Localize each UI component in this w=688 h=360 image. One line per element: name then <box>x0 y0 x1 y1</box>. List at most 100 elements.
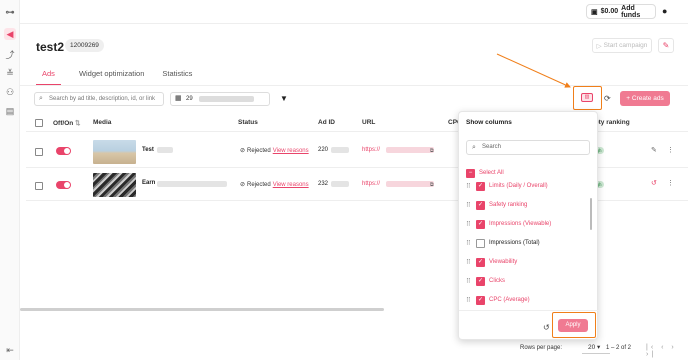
ad-thumbnail <box>93 173 136 197</box>
blur <box>331 181 349 187</box>
ad-title: Test <box>142 147 154 153</box>
wallet-icon: ▣ <box>591 8 598 16</box>
tab-bar: Ads Widget optimization Statistics <box>36 69 192 86</box>
page-title: test2 <box>36 40 65 54</box>
layers-icon[interactable]: ≚ <box>4 67 16 79</box>
more-icon[interactable]: ⋮ <box>667 146 674 154</box>
date-range-picker[interactable]: ▦ 29 <box>170 92 270 106</box>
option-checkbox[interactable]: ✓ <box>476 181 485 191</box>
panel-scrollbar[interactable] <box>590 198 592 230</box>
balance-widget[interactable]: ▣ $0.00 Add funds <box>586 4 656 19</box>
status-cell: ⊘ Rejected View reasons <box>240 147 309 155</box>
play-icon: ▷ <box>596 42 602 50</box>
audience-icon[interactable]: ⚇ <box>4 86 16 98</box>
ads-search-input[interactable]: ⌕ Search by ad title, description, id, or… <box>34 92 164 106</box>
columns-button[interactable]: ▥ <box>573 86 602 110</box>
view-reasons-link[interactable]: View reasons <box>273 182 309 188</box>
col-media: Media <box>93 119 112 126</box>
select-all-option[interactable]: − Select All <box>466 167 504 179</box>
drag-handle-icon: ⠿ <box>466 240 471 247</box>
ad-id: 232 <box>318 181 329 187</box>
rows-per-page-label: Rows per page: <box>520 345 563 351</box>
row-checkbox[interactable] <box>35 182 43 190</box>
apply-button[interactable]: Apply <box>558 319 588 332</box>
option-checkbox[interactable]: ✓ <box>476 276 485 286</box>
user-icon[interactable]: ● <box>662 6 667 16</box>
campaign-id-badge: 12009269 <box>65 39 104 52</box>
option-checkbox[interactable] <box>476 238 485 248</box>
sidebar: ⊶ ◀ ⤴ ≚ ⚇ ▤ ⇤ <box>0 0 20 360</box>
tab-ads[interactable]: Ads <box>36 69 61 86</box>
columns-icon: ▥ <box>581 93 593 102</box>
rejected-icon: ⊘ <box>240 182 246 188</box>
drag-handle-icon: ⠿ <box>466 183 471 190</box>
apply-highlight: Apply <box>552 312 596 338</box>
panel-title: Show columns <box>466 119 512 126</box>
page-range: 1 – 2 of 2 <box>606 345 632 351</box>
link-icon[interactable]: ⧉ <box>430 148 434 154</box>
column-option[interactable]: ⠿ ✓ Viewability <box>466 256 517 268</box>
refresh-icon[interactable]: ⟳ <box>604 94 611 103</box>
column-option[interactable]: ⠿ Impressions (Total) <box>466 237 540 249</box>
drag-handle-icon: ⠿ <box>466 202 471 209</box>
column-option[interactable]: ⠿ ✓ Impressions (Viewable) <box>466 218 551 230</box>
sort-icon: ⇅ <box>75 120 81 127</box>
undo-icon[interactable]: ↺ <box>651 179 657 187</box>
analytics-icon[interactable]: ⤴ <box>4 49 16 61</box>
view-reasons-link[interactable]: View reasons <box>273 148 309 154</box>
column-option[interactable]: ⠿ ✓ CPC (Average) <box>466 294 530 306</box>
filter-icon[interactable]: ▼ <box>280 94 288 103</box>
ad-thumbnail <box>93 140 136 164</box>
create-ads-button[interactable]: + Create ads <box>620 91 670 106</box>
ad-url[interactable]: https:// <box>362 147 380 153</box>
drag-handle-icon: ⠿ <box>466 278 471 285</box>
link-icon[interactable]: ⧉ <box>430 182 434 188</box>
tab-widget-optimization[interactable]: Widget optimization <box>79 69 144 86</box>
col-safety-ranking: ety ranking <box>595 119 630 126</box>
ad-toggle[interactable] <box>56 181 71 189</box>
ad-toggle[interactable] <box>56 147 71 155</box>
start-campaign-button[interactable]: ▷ Start campaign <box>592 38 652 53</box>
search-icon: ⌕ <box>39 95 43 102</box>
blur <box>157 147 173 153</box>
ad-url[interactable]: https:// <box>362 181 380 187</box>
blur <box>157 181 227 187</box>
col-status: Status <box>238 119 258 126</box>
ad-title: Earn <box>142 180 156 186</box>
blur <box>331 147 349 153</box>
col-ad-id: Ad ID <box>318 119 335 126</box>
documents-icon[interactable]: ▤ <box>4 105 16 117</box>
pagination-icon[interactable]: |‹ ‹ › ›| <box>646 344 688 358</box>
tab-statistics[interactable]: Statistics <box>162 69 192 86</box>
date-blur <box>199 96 254 102</box>
pencil-icon: ✎ <box>662 41 670 50</box>
row-checkbox[interactable] <box>35 148 43 156</box>
option-checkbox[interactable]: ✓ <box>476 219 485 229</box>
option-checkbox[interactable]: ✓ <box>476 257 485 267</box>
option-checkbox[interactable]: ✓ <box>476 200 485 210</box>
ad-id: 220 <box>318 147 329 153</box>
column-option[interactable]: ⠿ ✓ Clicks <box>466 275 505 287</box>
edit-icon[interactable]: ✎ <box>651 146 657 154</box>
add-funds-link[interactable]: Add funds <box>621 5 655 19</box>
reset-icon[interactable]: ↺ <box>543 323 550 332</box>
balance-value: $0.00 <box>600 8 619 15</box>
select-all-checkbox[interactable] <box>35 119 43 127</box>
drag-handle-icon: ⠿ <box>466 221 471 228</box>
column-option[interactable]: ⠿ ✓ Safety ranking <box>466 199 527 211</box>
column-option[interactable]: ⠿ ✓ Limits (Daily / Overall) <box>466 180 548 192</box>
horizontal-scrollbar[interactable] <box>20 308 384 311</box>
columns-search-input[interactable]: ⌕ Search <box>466 140 590 155</box>
edit-campaign-button[interactable]: ✎ <box>658 38 674 53</box>
rejected-icon: ⊘ <box>240 148 246 154</box>
campaigns-icon[interactable]: ◀ <box>4 28 16 40</box>
col-off-on[interactable]: Off/On ⇅ <box>53 119 80 127</box>
show-columns-panel: Show columns ⌕ Search − Select All ⠿ ✓ Limi… <box>458 111 599 340</box>
logo-icon: ⊶ <box>5 7 15 17</box>
calendar-icon: ▦ <box>175 95 182 102</box>
more-icon[interactable]: ⋮ <box>667 179 674 187</box>
select-all-checkbox[interactable]: − <box>466 168 475 178</box>
status-cell: ⊘ Rejected View reasons <box>240 181 309 189</box>
option-checkbox[interactable]: ✓ <box>476 295 485 305</box>
collapse-icon[interactable]: ⇤ <box>4 344 16 356</box>
